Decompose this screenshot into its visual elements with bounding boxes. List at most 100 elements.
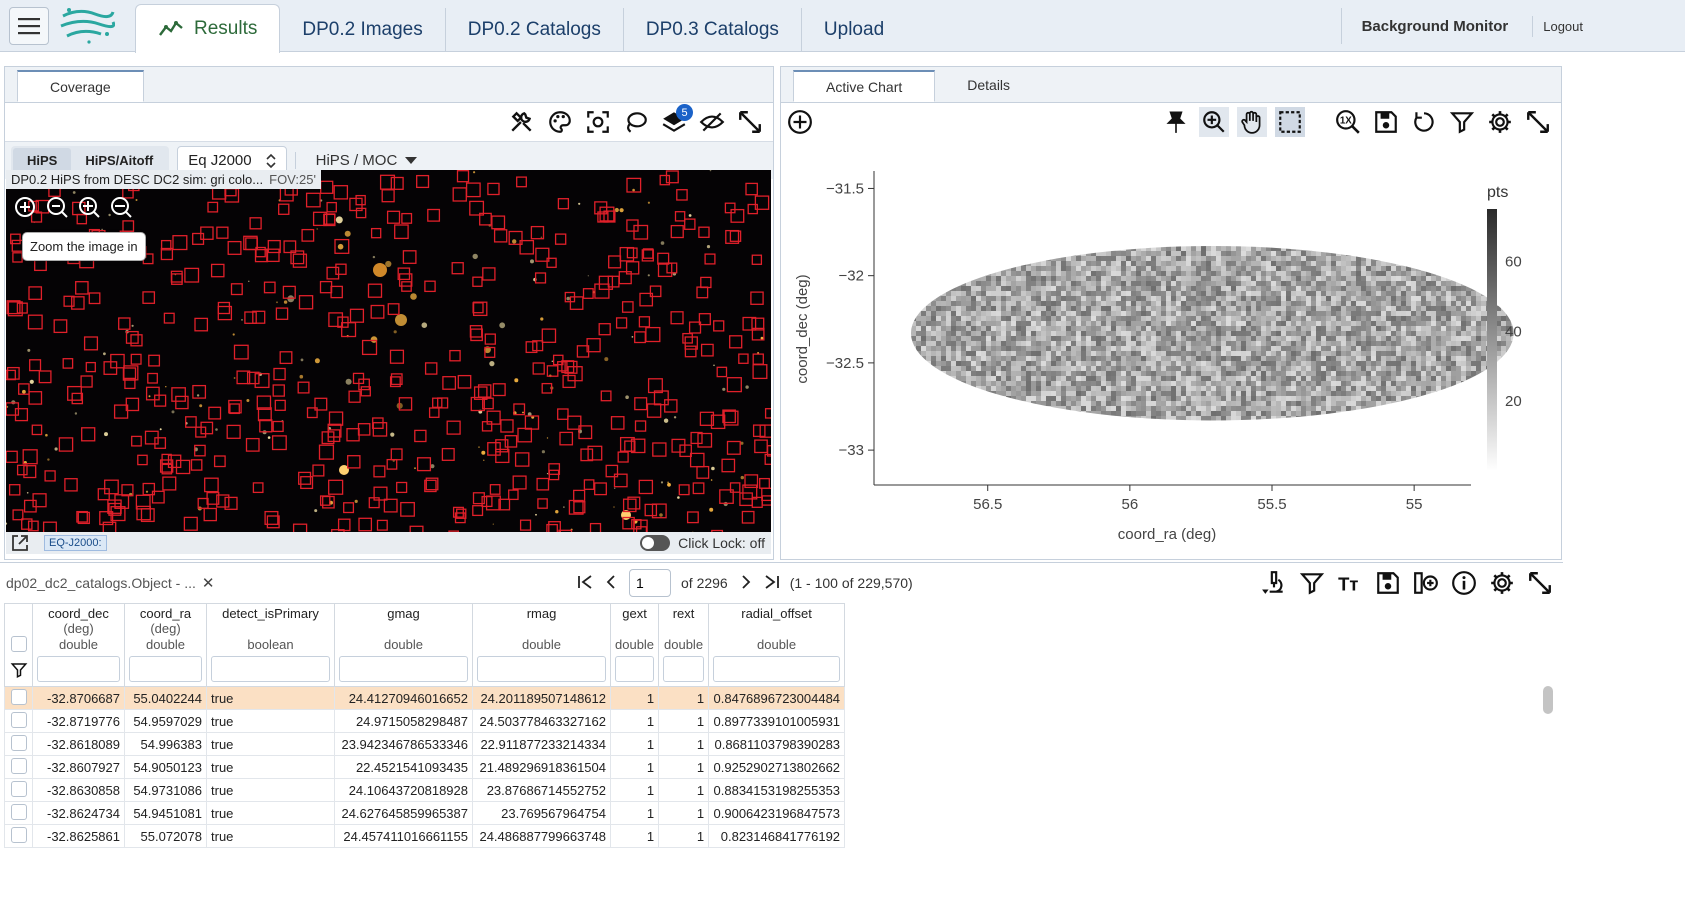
tab-dp02-images[interactable]: DP0.2 Images: [280, 8, 446, 51]
click-lock[interactable]: Click Lock: off: [640, 535, 771, 551]
star: [45, 433, 48, 437]
click-lock-toggle[interactable]: [640, 535, 671, 551]
tools-icon[interactable]: [507, 107, 537, 137]
heatmap-cell: [911, 286, 916, 291]
zoom-fill-icon[interactable]: [106, 192, 136, 222]
heatmap-cell: [1356, 276, 1361, 281]
tab-details[interactable]: Details: [935, 67, 1042, 102]
hide-overlay-icon[interactable]: [697, 107, 727, 137]
heatmap-cell: [1071, 356, 1076, 361]
heatmap-cell: [1141, 271, 1146, 276]
heatmap-cell: [1036, 406, 1041, 411]
box-select-icon[interactable]: [1275, 107, 1305, 137]
heatmap-cell: [1426, 266, 1431, 271]
catalog-marker: [600, 390, 612, 402]
catalog-marker: [175, 395, 189, 410]
heatmap-cell: [1481, 411, 1486, 416]
heatmap-cell: [1056, 296, 1061, 301]
heatmap-cell: [1361, 386, 1366, 391]
heatmap-cell: [1046, 391, 1051, 396]
heatmap-cell: [1386, 306, 1391, 311]
hips-moc-menu[interactable]: HiPS / MOC: [294, 152, 418, 169]
hips-image-view[interactable]: DP0.2 HiPS from DESC DC2 sim: gri colo..…: [6, 170, 771, 554]
heatmap-cell: [1011, 291, 1016, 296]
heatmap-cell: [1371, 301, 1376, 306]
heatmap-cell: [1446, 286, 1451, 291]
heatmap-chart[interactable]: 56.5 56 55.5 55−31.5−32−32.5−33 coord_ra (d…: [781, 141, 1561, 559]
heatmap-cell: [1391, 416, 1396, 421]
heatmap-cell: [1016, 361, 1021, 366]
zoom-mode-icon[interactable]: [1199, 107, 1229, 137]
heatmap-cell: [1431, 366, 1436, 371]
heatmap-cell: [1161, 336, 1166, 341]
heatmap-cell: [1261, 366, 1266, 371]
heatmap-cell: [1036, 276, 1041, 281]
heatmap-cell: [1251, 271, 1256, 276]
heatmap-cell: [1186, 411, 1191, 416]
tab-active-chart[interactable]: Active Chart: [793, 70, 936, 102]
heatmap-cell: [1451, 416, 1456, 421]
heatmap-cell: [1331, 381, 1336, 386]
heatmap-cell: [926, 411, 931, 416]
heatmap-cell: [1251, 286, 1256, 291]
zoom-in-icon[interactable]: [10, 192, 40, 222]
zoom-out-icon[interactable]: [42, 192, 72, 222]
pan-hand-icon[interactable]: [1237, 107, 1267, 137]
tab-dp02-catalogs[interactable]: DP0.2 Catalogs: [446, 8, 624, 51]
heatmap-cell: [1046, 331, 1051, 336]
logout-button[interactable]: Logout: [1532, 15, 1593, 37]
heatmap-cell: [1216, 406, 1221, 411]
heatmap-cell: [1311, 406, 1316, 411]
zoom-reset-icon[interactable]: 1X: [1333, 107, 1363, 137]
heatmap-cell: [1331, 406, 1336, 411]
heatmap-cell: [1111, 381, 1116, 386]
heatmap-cell: [1016, 286, 1021, 291]
heatmap-cell: [1026, 251, 1031, 256]
recenter-icon[interactable]: [583, 107, 613, 137]
heatmap-cell: [1326, 246, 1331, 251]
star: [499, 322, 506, 329]
filter-icon[interactable]: [1447, 107, 1477, 137]
zoom-fit-icon[interactable]: [74, 192, 104, 222]
heatmap-cell: [966, 326, 971, 331]
heatmap-cell: [1276, 266, 1281, 271]
heatmap-cell: [1231, 246, 1236, 251]
external-link-icon[interactable]: [10, 533, 30, 553]
pin-icon[interactable]: [1161, 107, 1191, 137]
add-chart-icon[interactable]: [785, 107, 815, 137]
heatmap-cell: [981, 406, 986, 411]
heatmap-cell: [1286, 366, 1291, 371]
heatmap-cell: [1206, 251, 1211, 256]
restore-icon[interactable]: [1409, 107, 1439, 137]
menu-button[interactable]: [9, 7, 49, 45]
heatmap-cell: [1461, 301, 1466, 306]
tab-coverage[interactable]: Coverage: [17, 70, 144, 102]
heatmap-cell: [1081, 386, 1086, 391]
heatmap-cell: [941, 376, 946, 381]
heatmap-cell: [936, 416, 941, 421]
expand-icon[interactable]: [735, 107, 765, 137]
heatmap-cell: [1306, 341, 1311, 346]
background-monitor-button[interactable]: Background Monitor: [1340, 8, 1529, 44]
palette-icon[interactable]: [545, 107, 575, 137]
heatmap-cell: [1296, 296, 1301, 301]
heatmap-cell: [1106, 296, 1111, 301]
heatmap-cell: [1461, 386, 1466, 391]
tab-dp03-catalogs[interactable]: DP0.3 Catalogs: [624, 8, 802, 51]
heatmap-cell: [1336, 281, 1341, 286]
catalog-marker: [752, 424, 766, 438]
heatmap-cell: [1226, 266, 1231, 271]
heatmap-cell: [1146, 271, 1151, 276]
heatmap-cell: [951, 371, 956, 376]
lasso-select-icon[interactable]: [621, 107, 651, 137]
heatmap-cell: [1106, 351, 1111, 356]
heatmap-cell: [1236, 341, 1241, 346]
save-icon[interactable]: [1371, 107, 1401, 137]
heatmap-cell: [1081, 276, 1086, 281]
layers-icon[interactable]: 5: [659, 104, 693, 137]
tab-upload[interactable]: Upload: [802, 8, 906, 51]
settings-gear-icon[interactable]: [1485, 107, 1515, 137]
heatmap-cell: [1351, 311, 1356, 316]
tab-results[interactable]: Results: [135, 4, 281, 53]
expand-chart-icon[interactable]: [1523, 107, 1553, 137]
